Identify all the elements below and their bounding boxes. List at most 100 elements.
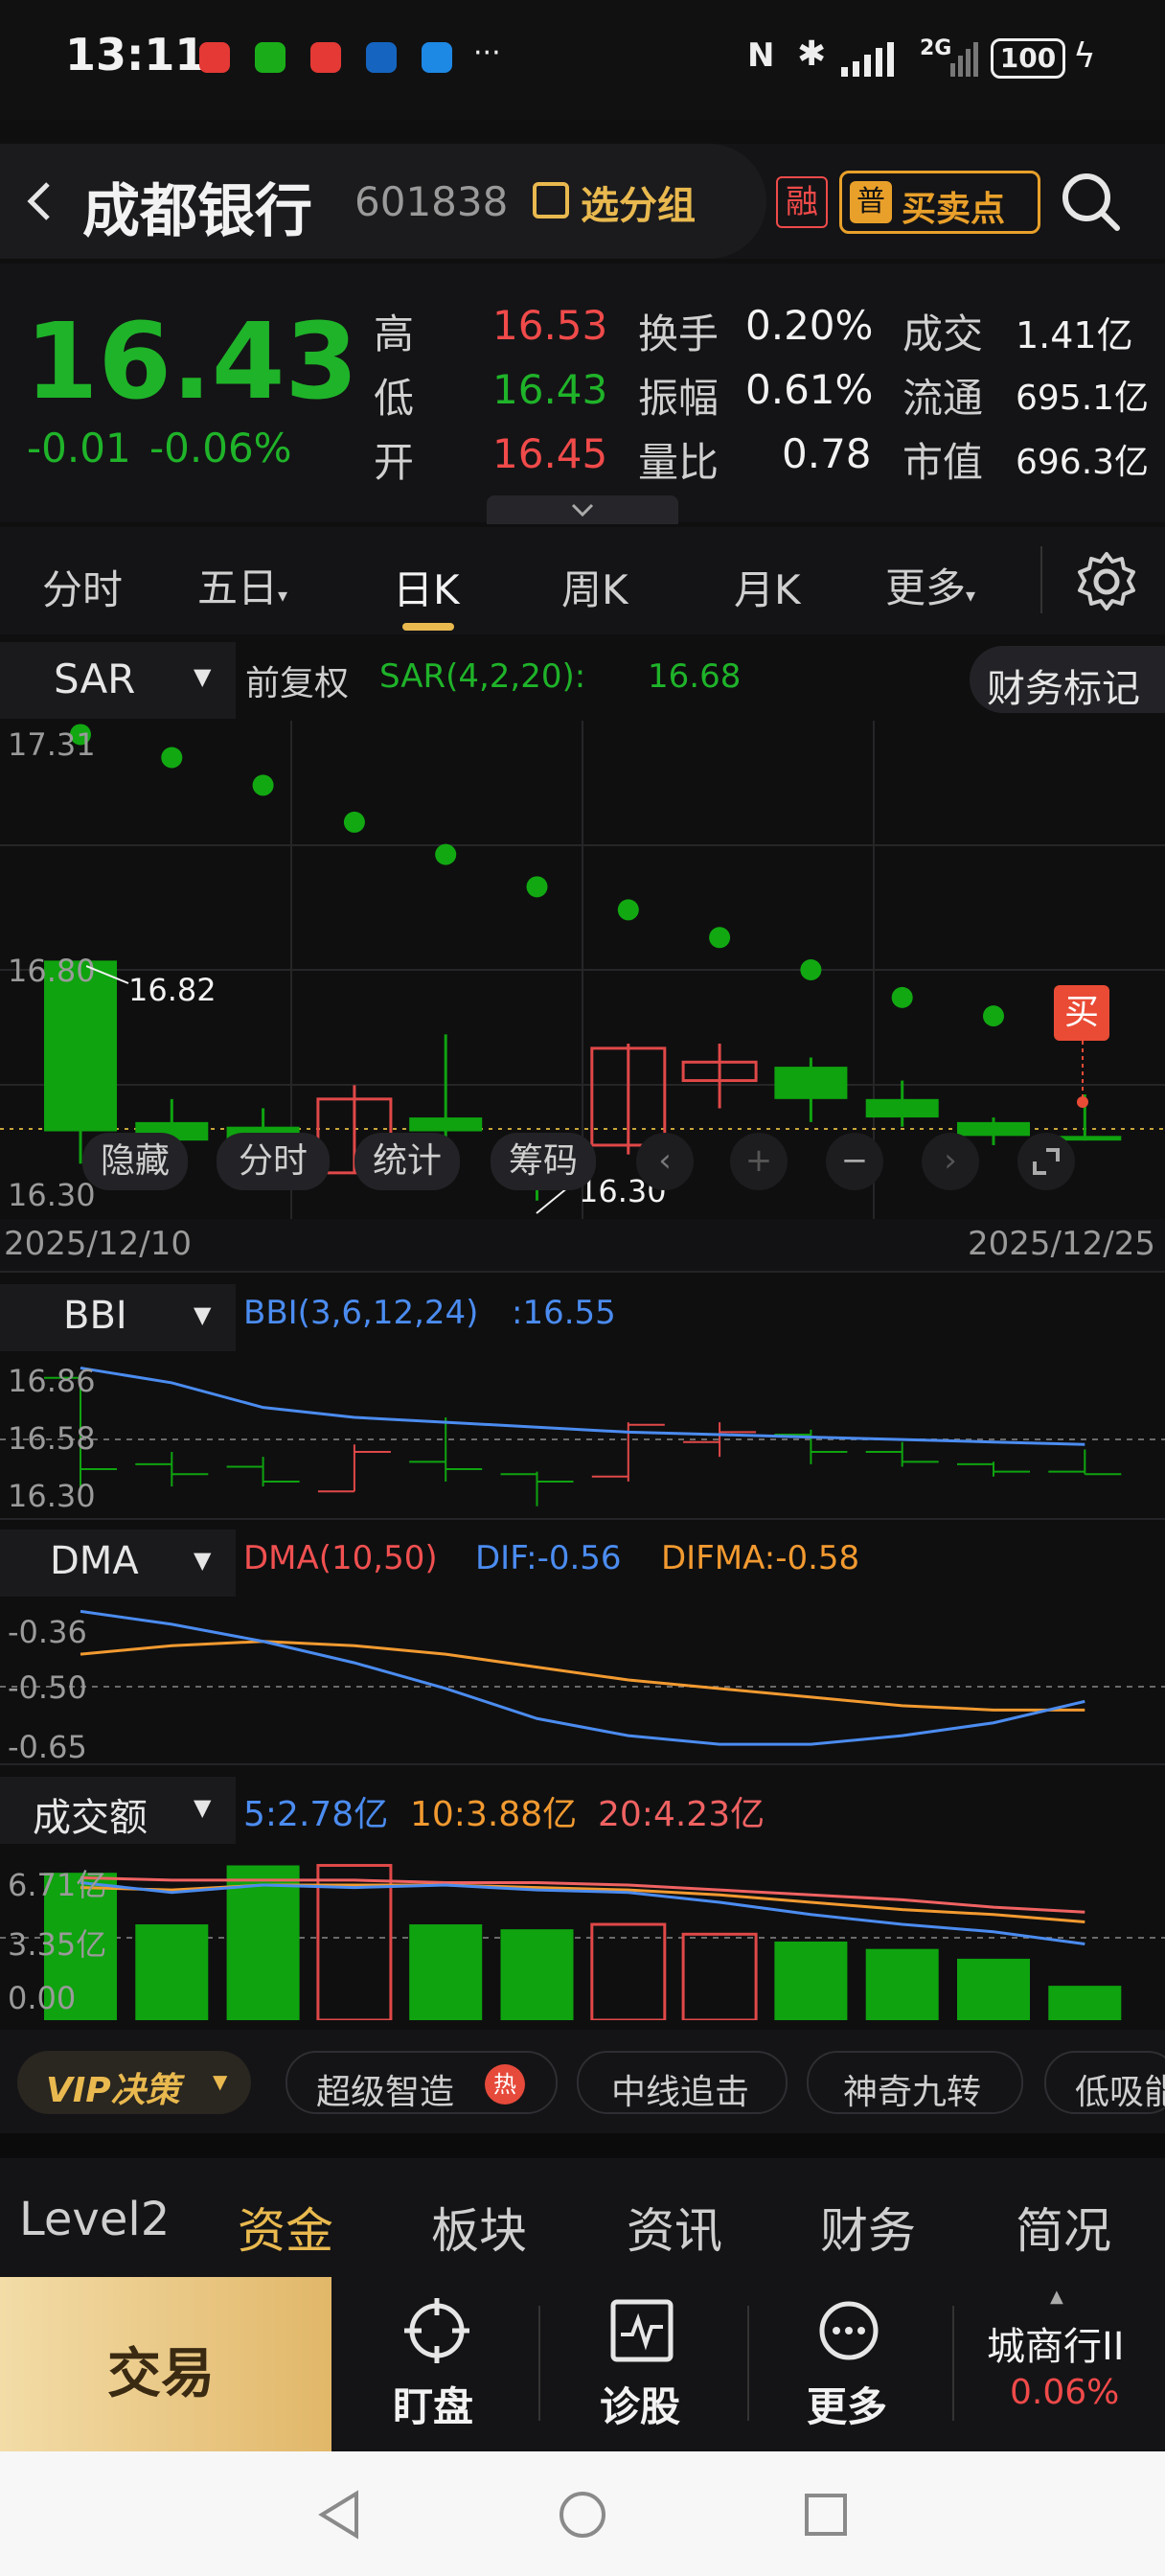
strategy-item-label: 神奇九转 [843, 2073, 982, 2112]
sector-index[interactable]: ▲ 城商行II 0.06% [958, 2287, 1165, 2442]
dropdown-arrow-icon: ▼ [194, 1794, 212, 1821]
amount-label: 成交 [902, 310, 984, 357]
strategy-item-label: 中线追击 [611, 2073, 750, 2112]
buy-sell-button[interactable]: 普 买卖点 [839, 171, 1040, 234]
sar-value: 16.68 [648, 657, 742, 696]
dma-y-bottom: -0.65 [8, 1729, 87, 1765]
tab-level2[interactable]: Level2 [19, 2193, 170, 2246]
turnover-value: 0.20% [745, 302, 874, 349]
tab-intraday[interactable]: 分时 [42, 558, 123, 616]
dma-dif: DIF:-0.56 [475, 1539, 622, 1577]
amount-ma10: 10:3.88亿 [410, 1795, 578, 1834]
amount-y-bottom: 0.00 [8, 1980, 77, 2016]
amplitude-label: 振幅 [638, 375, 720, 422]
amount-y-mid: 3.35亿 [8, 1926, 107, 1963]
bbi-indicator-select[interactable]: BBI ▼ [0, 1284, 236, 1351]
bbi-chart[interactable] [0, 1353, 1165, 1516]
strategy-item-nine[interactable]: 神奇九转 [807, 2051, 1023, 2114]
sar-dot [617, 899, 639, 921]
back-nav-icon[interactable] [312, 2488, 366, 2542]
watch-button[interactable]: 盯盘 [374, 2298, 498, 2432]
search-icon[interactable] [1058, 169, 1125, 236]
amount-bar [226, 1865, 300, 2020]
trade-button[interactable]: 交易 [0, 2277, 331, 2451]
low-label: 低 [374, 375, 415, 422]
open-value: 16.45 [492, 430, 608, 477]
tab-five-day-label: 五日 [197, 564, 279, 611]
settings-gear-icon[interactable] [1073, 548, 1140, 615]
dma-chart[interactable] [0, 1598, 1165, 1761]
status-time: 13:11 [65, 29, 206, 80]
amount-ma5: 5:2.78亿 [243, 1795, 389, 1834]
strategy-item-mid[interactable]: 中线追击 [577, 2051, 788, 2114]
tab-profile[interactable]: 简况 [1016, 2193, 1111, 2262]
group-button[interactable]: 选分组 [581, 174, 696, 230]
wechat-icon [255, 42, 286, 73]
home-nav-icon[interactable] [556, 2488, 609, 2542]
fullscreen-icon[interactable] [1017, 1133, 1075, 1190]
open-label: 开 [374, 439, 415, 486]
more-button[interactable]: 更多 [786, 2298, 910, 2432]
chips-button[interactable]: 筹码 [491, 1133, 596, 1190]
strategy-item-low[interactable]: 低吸能 [1044, 2051, 1165, 2114]
strategy-item-label: 超级智造 [316, 2073, 455, 2112]
battery-icon: 100 [991, 38, 1065, 79]
intraday-overlay-button[interactable]: 分时 [217, 1133, 330, 1190]
back-icon[interactable] [13, 172, 67, 230]
sar-formula: SAR(4,2,20): [379, 657, 586, 696]
amount-indicator-select[interactable]: 成交额 ▼ [0, 1777, 236, 1844]
tab-more[interactable]: 更多▾ [885, 556, 975, 614]
recents-nav-icon[interactable] [799, 2488, 853, 2542]
bbi-name: BBI [63, 1294, 127, 1338]
bulb-app-icon [366, 42, 397, 73]
adjust-mode[interactable]: 前复权 [245, 656, 349, 705]
scroll-right-icon[interactable]: › [922, 1133, 979, 1190]
tab-more-label: 更多 [885, 564, 967, 611]
sar-dot [435, 843, 457, 865]
strategy-item-super[interactable]: 超级智造 热 [286, 2051, 558, 2114]
tab-finance[interactable]: 财务 [820, 2193, 916, 2262]
vip-decision-button[interactable]: VIP决策 ▼ [17, 2051, 251, 2114]
network-type: 2G [920, 36, 952, 60]
status-bar: 13:11 ··· N ✱ 2G 100 ϟ [0, 0, 1165, 120]
signal-2-icon [950, 42, 979, 77]
amount-value: 1.41亿 [1016, 314, 1133, 356]
amount-bar [681, 1932, 758, 2020]
scroll-left-icon[interactable]: ‹ [636, 1133, 694, 1190]
vol-ratio-value: 0.78 [782, 430, 872, 477]
tab-funds[interactable]: 资金 [238, 2193, 333, 2262]
vol-ratio-label: 量比 [638, 439, 720, 486]
high-value: 16.53 [492, 302, 608, 349]
bottom-action-bar: 交易 盯盘 诊股 更多 ▲ 城商行II 0.06% [0, 2277, 1165, 2451]
amount-chart[interactable] [0, 1846, 1165, 2020]
buy-signal-tag[interactable]: 买 [1054, 985, 1109, 1041]
bbi-y-mid: 16.58 [8, 1420, 96, 1457]
indicator-select[interactable]: SAR ▼ [0, 642, 236, 719]
diagnose-button[interactable]: 诊股 [579, 2298, 703, 2432]
dma-formula: DMA(10,50) [243, 1539, 438, 1577]
more-label: 更多 [807, 2383, 888, 2430]
tab-monthly-k[interactable]: 月K [734, 558, 801, 616]
tab-five-day[interactable]: 五日▾ [197, 556, 287, 614]
candle-body [409, 1117, 483, 1132]
tab-daily-k[interactable]: 日K [393, 558, 460, 616]
chevron-down-icon [571, 503, 594, 518]
y-axis-bottom: 16.30 [8, 1177, 96, 1213]
fin-mark-button[interactable]: 财务标记 [970, 646, 1165, 713]
nfc-icon: N [747, 36, 775, 75]
hide-button[interactable]: 隐藏 [82, 1133, 188, 1190]
bbi-line [80, 1366, 1085, 1446]
checkbox-icon[interactable] [533, 182, 569, 218]
margin-badge: 融 [776, 176, 828, 228]
tab-sector[interactable]: 板块 [431, 2193, 527, 2262]
zoom-out-icon[interactable]: − [826, 1133, 883, 1190]
tab-news[interactable]: 资讯 [627, 2193, 722, 2262]
expand-toggle[interactable] [487, 495, 678, 524]
dma-indicator-select[interactable]: DMA ▼ [0, 1530, 236, 1597]
dropdown-arrow-icon: ▾ [278, 584, 288, 607]
zoom-in-icon[interactable]: + [730, 1133, 788, 1190]
candle-body [774, 1067, 848, 1099]
chevron-up-icon: ▲ [1050, 2287, 1063, 2307]
statistics-button[interactable]: 统计 [354, 1133, 460, 1190]
tab-weekly-k[interactable]: 周K [561, 558, 628, 616]
